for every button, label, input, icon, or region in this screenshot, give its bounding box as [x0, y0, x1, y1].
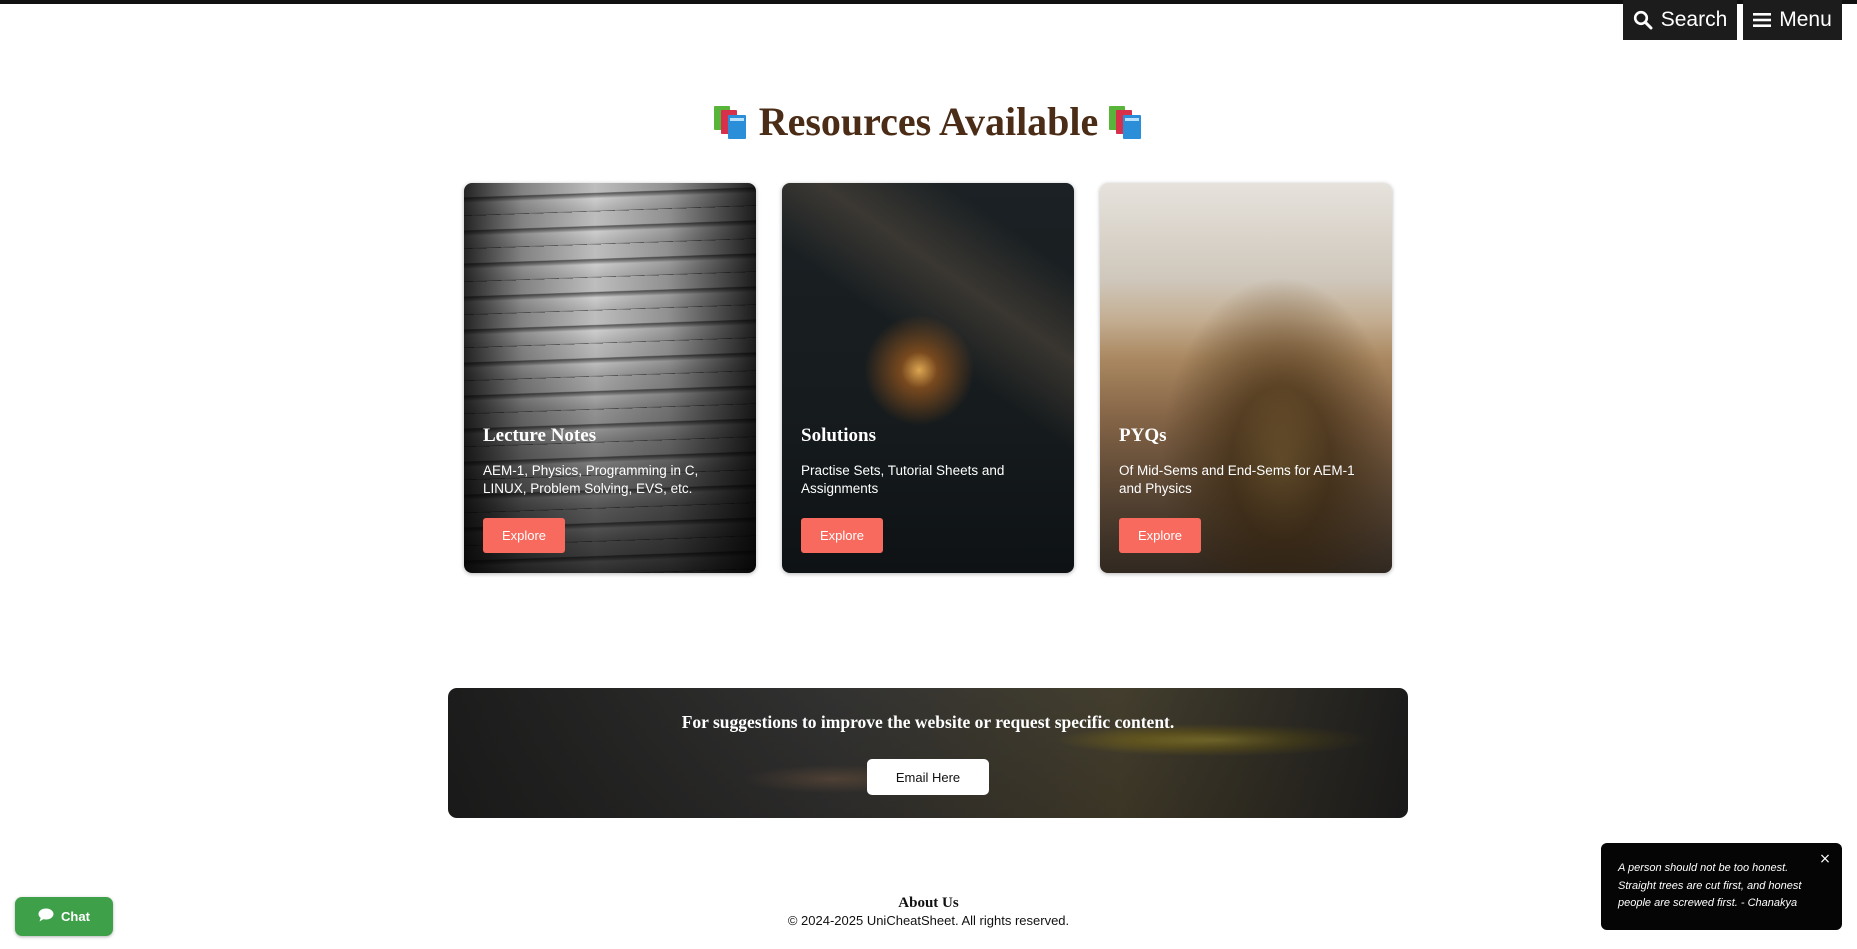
resources-heading: Resources Available — [0, 96, 1857, 148]
explore-button[interactable]: Explore — [1119, 518, 1201, 553]
resource-card-solutions: Solutions Practise Sets, Tutorial Sheets… — [782, 183, 1074, 573]
card-title: Solutions — [801, 425, 876, 446]
suggestions-text: For suggestions to improve the website o… — [681, 712, 1175, 732]
resources-title: Resources Available — [758, 99, 1099, 144]
email-here-button[interactable]: Email Here — [867, 759, 989, 795]
menu-button-label: Menu — [1779, 8, 1832, 31]
card-description: AEM-1, Physics, Programming in C, LINUX,… — [483, 463, 699, 496]
search-button-label: Search — [1660, 8, 1728, 31]
resource-card-lecture-notes: Lecture Notes AEM-1, Physics, Programmin… — [464, 183, 756, 573]
card-description: Practise Sets, Tutorial Sheets and Assig… — [801, 463, 1005, 496]
hamburger-menu-icon — [1753, 12, 1772, 28]
card-background-image — [1100, 183, 1392, 573]
books-icon — [711, 102, 751, 142]
top-border — [0, 0, 1857, 4]
menu-button[interactable]: Menu — [1743, 0, 1842, 40]
card-background-image — [464, 183, 756, 573]
copyright-text: © 2024-2025 UniCheatSheet. All rights re… — [787, 913, 1070, 928]
about-us-link[interactable]: About Us — [0, 895, 1857, 912]
suggestions-banner: For suggestions to improve the website o… — [448, 688, 1408, 818]
books-icon — [1106, 102, 1146, 142]
chat-bubble-icon — [38, 908, 54, 925]
card-background-image — [782, 183, 1074, 573]
resource-card-pyqs: PYQs Of Mid-Sems and End-Sems for AEM-1 … — [1100, 183, 1392, 573]
chat-button[interactable]: Chat — [15, 897, 113, 936]
card-title: Lecture Notes — [483, 425, 597, 446]
card-description: Of Mid-Sems and End-Sems for AEM-1 and P… — [1119, 463, 1355, 496]
close-icon[interactable]: × — [1818, 852, 1832, 866]
search-icon — [1633, 10, 1653, 30]
chat-button-label: Chat — [61, 909, 90, 924]
quote-text: A person should not be too honest. Strai… — [1618, 862, 1802, 909]
search-button[interactable]: Search — [1623, 0, 1737, 40]
card-title: PYQs — [1119, 425, 1167, 446]
explore-button[interactable]: Explore — [801, 518, 883, 553]
quote-popup: A person should not be too honest. Strai… — [1601, 843, 1842, 930]
explore-button[interactable]: Explore — [483, 518, 565, 553]
